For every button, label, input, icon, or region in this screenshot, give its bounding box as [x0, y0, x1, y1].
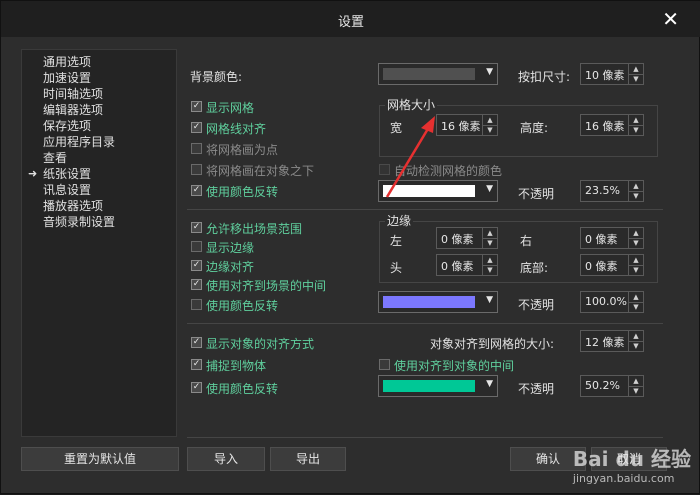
watermark-url: jingyan.baidu.com	[572, 472, 675, 485]
watermark-brand: Bai du 经验	[572, 447, 691, 471]
watermark: Bai du 经验 jingyan.baidu.com	[573, 443, 691, 485]
settings-dialog: 设置 ✕ 通用选项 加速设置 时间轴选项 编辑器选项 保存选项 应用程序目录 查…	[0, 0, 700, 494]
annotation-arrow	[385, 116, 435, 198]
